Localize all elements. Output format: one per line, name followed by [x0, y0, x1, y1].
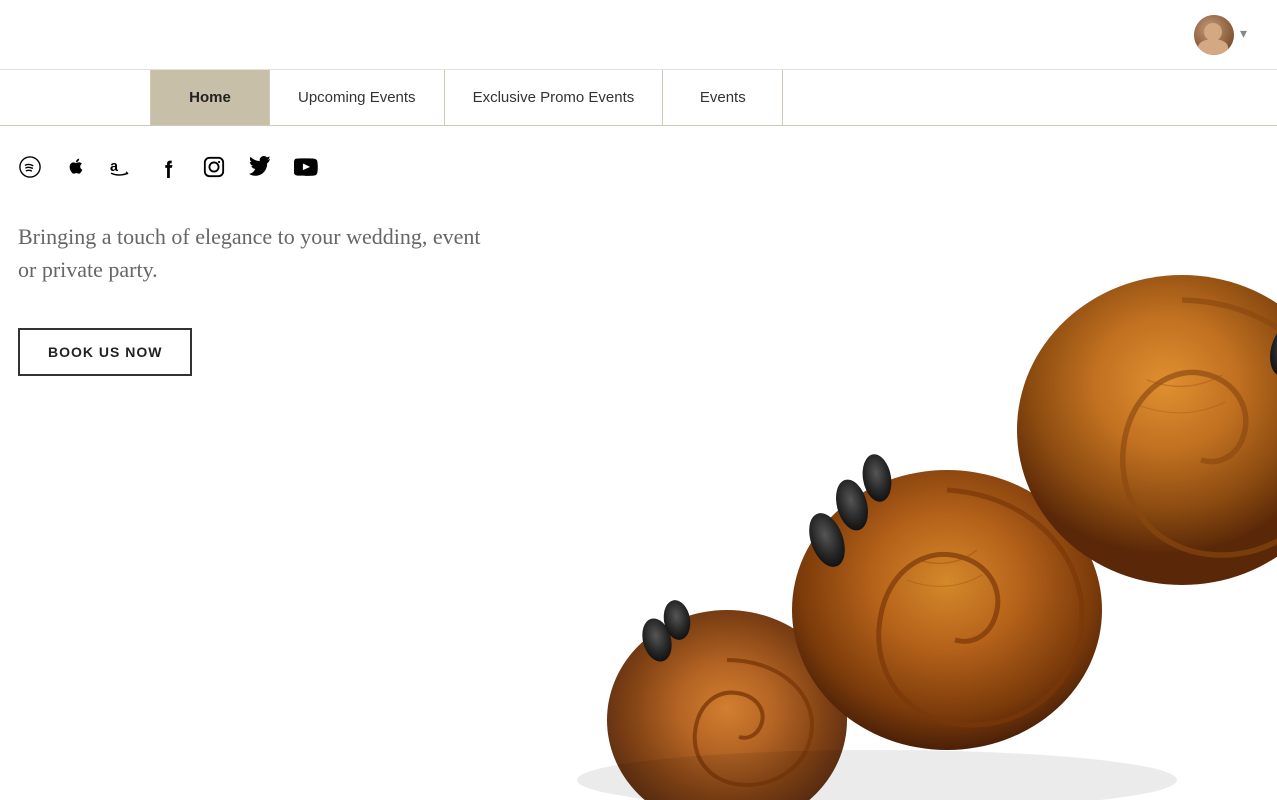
instagram-icon[interactable]: [202, 155, 226, 179]
nav-item-exclusive-promo-events[interactable]: Exclusive Promo Events: [445, 70, 664, 125]
navigation: Home Upcoming Events Exclusive Promo Eve…: [0, 70, 1277, 126]
avatar[interactable]: [1194, 15, 1234, 55]
social-icons-row: a: [18, 155, 318, 179]
amazon-icon[interactable]: a: [110, 155, 134, 179]
nav-item-events[interactable]: Events: [663, 70, 783, 125]
nav-item-home[interactable]: Home: [150, 70, 270, 125]
hero-image: [477, 130, 1277, 800]
spotify-icon[interactable]: [18, 155, 42, 179]
top-bar: ▾: [0, 0, 1277, 70]
svg-text:a: a: [110, 159, 119, 175]
chevron-down-icon[interactable]: ▾: [1240, 26, 1247, 43]
book-us-now-button[interactable]: BOOK US NOW: [18, 328, 192, 376]
facebook-icon[interactable]: [156, 155, 180, 179]
youtube-icon[interactable]: [294, 155, 318, 179]
nav-item-upcoming-events[interactable]: Upcoming Events: [270, 70, 445, 125]
twitter-icon[interactable]: [248, 155, 272, 179]
hero-tagline: Bringing a touch of elegance to your wed…: [18, 220, 498, 286]
apple-icon[interactable]: [64, 155, 88, 179]
